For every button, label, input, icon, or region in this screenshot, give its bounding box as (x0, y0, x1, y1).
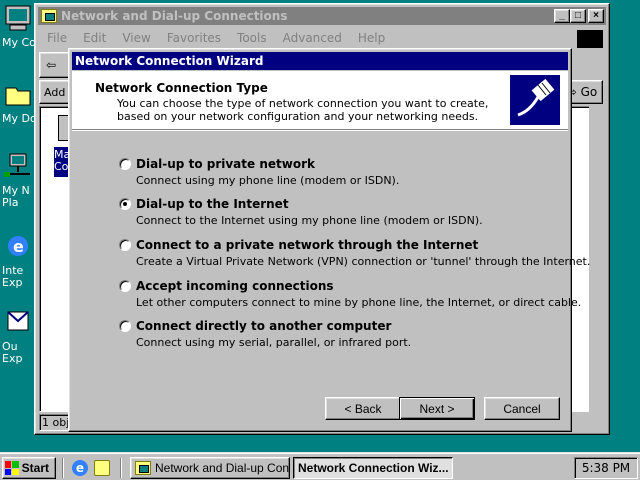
internet-explorer-icon[interactable]: e (72, 460, 88, 476)
close-button[interactable]: × (588, 9, 604, 23)
vertical-scrollbar[interactable] (589, 106, 605, 412)
desktop-icon-my-network-places[interactable]: My N Pla (0, 152, 36, 209)
desktop-icon-my-computer[interactable]: My Co (0, 4, 36, 49)
network-folder-icon (41, 9, 57, 23)
folder-icon (5, 87, 31, 106)
radio-direct-connect[interactable] (119, 320, 131, 332)
start-label: Start (21, 461, 49, 475)
taskbar-separator (120, 458, 122, 478)
outlook-express-icon (7, 311, 29, 331)
desktop-icon-my-documents[interactable]: My Do (0, 80, 37, 125)
option-description: Connect using my serial, parallel, or in… (136, 336, 412, 349)
task-network-connections[interactable]: Network and Dial-up Conn... (130, 457, 290, 479)
menu-file[interactable]: File (39, 31, 75, 45)
header-divider (72, 129, 568, 131)
radio-accept-incoming[interactable] (119, 280, 131, 292)
option-title: Dial-up to private network (136, 157, 315, 171)
desktop-icon-internet-explorer[interactable]: e Inte Exp (0, 232, 36, 289)
svg-text:e: e (13, 237, 24, 256)
option-description: Let other computers connect to mine by p… (136, 296, 582, 309)
wizard-title: Network Connection Wizard (75, 54, 264, 68)
cancel-button[interactable]: Cancel (484, 397, 560, 420)
windows-logo-icon (577, 30, 603, 48)
start-button[interactable]: Start (2, 457, 56, 479)
desktop-icon-label: Inte Exp (2, 264, 24, 289)
windows-logo-icon (5, 461, 19, 475)
header-description: You can choose the type of network conne… (117, 97, 489, 123)
desktop-icon-label: Ou Exp (2, 340, 23, 365)
desktop-icon-label: My Co (2, 36, 36, 49)
wizard-header: Network Connection Type You can choose t… (72, 71, 568, 129)
next-button[interactable]: Next > (399, 397, 475, 420)
desktop-icon-label: My N Pla (2, 184, 30, 209)
option-description: Connect using my phone line (modem or IS… (136, 174, 400, 187)
option-title: Connect directly to another computer (136, 319, 392, 333)
system-tray-clock[interactable]: 5:38 PM (574, 457, 638, 479)
minimize-button[interactable]: _ (554, 9, 570, 23)
option-title: Accept incoming connections (136, 279, 334, 293)
menu-edit[interactable]: Edit (75, 31, 114, 45)
address-label: Add (44, 85, 66, 99)
header-title: Network Connection Type (95, 81, 268, 95)
maximize-button[interactable]: □ (570, 9, 586, 23)
option-title: Connect to a private network through the… (136, 238, 479, 252)
go-label: Go (580, 85, 598, 99)
menu-favorites[interactable]: Favorites (159, 31, 229, 45)
computer-icon (5, 5, 31, 31)
network-connection-wizard: Network Connection Wizard Network Connec… (68, 48, 590, 432)
explorer-title-bar[interactable]: Network and Dial-up Connections _ □ × (38, 7, 606, 25)
menu-tools[interactable]: Tools (229, 31, 275, 45)
menu-bar: File Edit View Favorites Tools Advanced … (39, 28, 605, 48)
radio-vpn[interactable] (119, 239, 131, 251)
internet-explorer-icon: e (8, 236, 28, 256)
radio-dialup-internet[interactable] (119, 198, 131, 210)
menu-advanced[interactable]: Advanced (275, 31, 350, 45)
radio-dialup-private[interactable] (119, 158, 131, 170)
option-description: Connect to the Internet using my phone l… (136, 214, 483, 227)
option-title: Dial-up to the Internet (136, 197, 289, 211)
task-label: Network Connection Wiz... (298, 461, 449, 475)
explorer-title: Network and Dial-up Connections (61, 9, 288, 23)
arrow-left-icon: ⇦ (46, 58, 57, 72)
network-cable-icon (510, 75, 560, 125)
back-button[interactable]: < Back (325, 397, 401, 420)
desktop-icon-outlook-express[interactable]: Ou Exp (0, 308, 36, 365)
outlook-express-icon[interactable] (94, 460, 110, 476)
network-folder-icon (135, 461, 151, 475)
wizard-title-bar[interactable]: Network Connection Wizard (72, 52, 568, 70)
menu-help[interactable]: Help (350, 31, 393, 45)
task-network-wizard[interactable]: Network Connection Wiz... (293, 457, 453, 479)
desktop-icon-label: My Do (2, 112, 37, 125)
taskbar-separator (62, 458, 64, 478)
menu-view[interactable]: View (114, 31, 158, 45)
option-description: Create a Virtual Private Network (VPN) c… (136, 255, 591, 268)
task-label: Network and Dial-up Conn... (155, 461, 290, 475)
taskbar: Start e Network and Dial-up Conn... Netw… (0, 452, 640, 480)
network-icon (4, 153, 30, 177)
